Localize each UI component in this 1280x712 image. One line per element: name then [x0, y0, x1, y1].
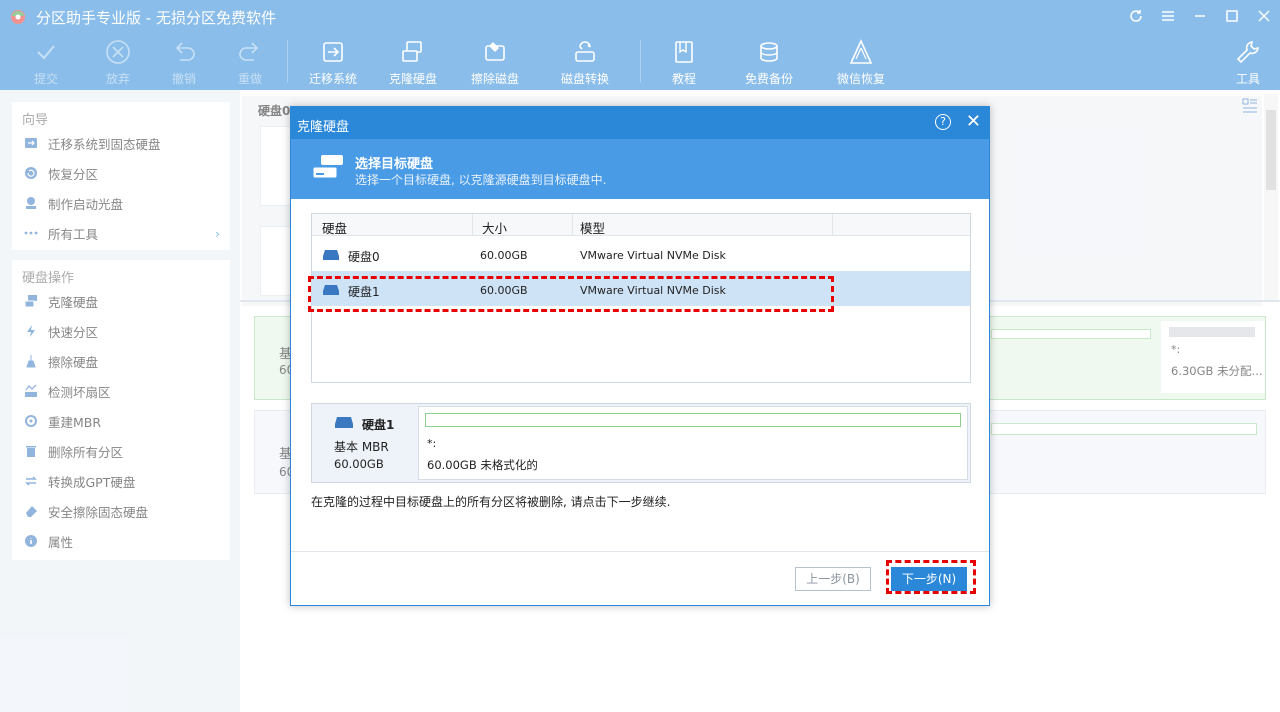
partition-usage-bar: [425, 413, 961, 427]
dialog-titlebar: 克隆硬盘 ? ✕: [291, 107, 989, 139]
partition-desc: 60.00GB 未格式化的: [427, 458, 538, 472]
row-disk-name: 硬盘0: [348, 250, 380, 264]
table-row[interactable]: 硬盘0 60.00GB VMware Virtual NVMe Disk: [312, 236, 970, 271]
disk-detail-type: 基本 MBR: [334, 440, 389, 454]
column-header-model[interactable]: 模型: [580, 218, 605, 237]
partition-label: *:: [427, 437, 437, 450]
column-header-size[interactable]: 大小: [482, 218, 507, 237]
help-icon[interactable]: ?: [935, 114, 951, 130]
target-disk-preview: 硬盘1 基本 MBR 60.00GB *: 60.00GB 未格式化的: [311, 403, 971, 483]
disk-detail-size: 60.00GB: [334, 457, 384, 471]
clone-disk-icon: [312, 155, 343, 179]
column-divider: [472, 214, 473, 236]
dialog-footer: 上一步(B) 下一步(N): [291, 551, 989, 605]
dialog-close-icon[interactable]: ✕: [966, 111, 981, 132]
partition-block[interactable]: *: 60.00GB 未格式化的: [418, 406, 968, 480]
dialog-header-subtitle: 选择一个目标硬盘, 以克隆源硬盘到目标硬盘中.: [355, 173, 607, 187]
dialog-title: 克隆硬盘: [297, 120, 350, 135]
clone-disk-dialog: 克隆硬盘 ? ✕ 选择目标硬盘 选择一个目标硬盘, 以克隆源硬盘到目标硬盘中. …: [290, 106, 990, 606]
warning-note: 在克隆的过程中目标硬盘上的所有分区将被删除, 请点击下一步继续.: [311, 495, 671, 509]
column-divider: [832, 214, 833, 236]
disk-icon: [323, 250, 339, 260]
dialog-header-title: 选择目标硬盘: [355, 157, 434, 172]
column-header-disk[interactable]: 硬盘: [322, 218, 347, 237]
disk-info: 硬盘1 基本 MBR 60.00GB: [312, 404, 416, 482]
selection-highlight-box: [308, 276, 834, 312]
row-disk-size: 60.00GB: [480, 249, 528, 262]
table-header: 硬盘 大小 模型: [312, 214, 970, 236]
prev-button[interactable]: 上一步(B): [795, 567, 871, 591]
column-divider: [572, 214, 573, 236]
disk-detail-name: 硬盘1: [362, 418, 395, 432]
next-button-highlight-box: [886, 560, 976, 594]
row-disk-model: VMware Virtual NVMe Disk: [580, 249, 726, 262]
disk-icon: [335, 417, 353, 428]
dialog-header: 选择目标硬盘 选择一个目标硬盘, 以克隆源硬盘到目标硬盘中.: [291, 139, 989, 199]
